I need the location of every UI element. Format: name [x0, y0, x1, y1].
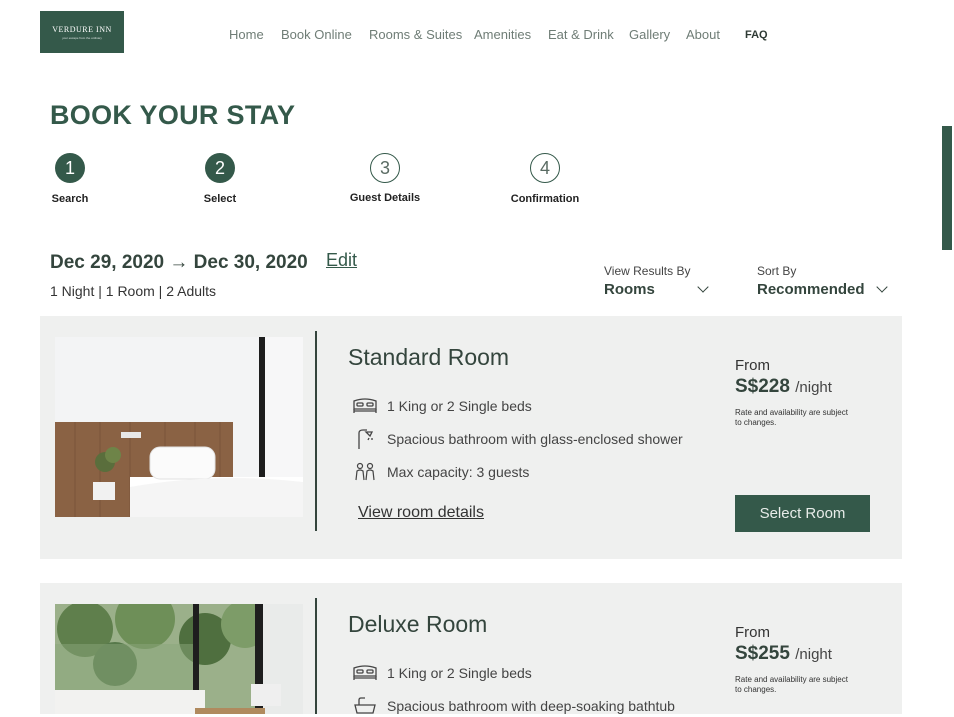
view-results-label: View Results By: [604, 264, 691, 278]
feature-text: Spacious bathroom with glass-enclosed sh…: [387, 431, 683, 447]
chevron-down-icon: [876, 281, 888, 293]
price-unit: /night: [795, 379, 832, 396]
step-number: 4: [530, 153, 560, 183]
room-name: Standard Room: [348, 344, 510, 370]
step-label: Guest Details: [349, 192, 421, 204]
nav-rooms-suites[interactable]: Rooms & Suites: [369, 27, 462, 42]
feature-beds: 1 King or 2 Single beds: [352, 395, 532, 417]
feature-text: Spacious bathroom with deep-soaking bath…: [387, 698, 675, 714]
nav-book-online[interactable]: Book Online: [281, 27, 352, 42]
feature-text: 1 King or 2 Single beds: [387, 665, 532, 681]
step-search: 1 Search: [40, 153, 100, 205]
brand-logo[interactable]: VERDURE INN your escape from the ordinar…: [40, 11, 124, 53]
step-guest-details: 3 Guest Details: [340, 153, 430, 204]
sort-by-selected: Recommended: [757, 281, 865, 298]
nav-eat-drink[interactable]: Eat & Drink: [548, 27, 614, 42]
nav-gallery[interactable]: Gallery: [629, 27, 670, 42]
step-confirmation: 4 Confirmation: [500, 153, 590, 205]
feature-text: 1 King or 2 Single beds: [387, 398, 532, 414]
shower-icon: [352, 428, 378, 450]
brand-name: VERDURE INN: [52, 24, 112, 34]
sort-by-dropdown[interactable]: Sort By Recommended: [757, 264, 897, 298]
room-card-deluxe: Deluxe Room 1 King or 2 Single beds Spac…: [40, 583, 902, 714]
nav-home[interactable]: Home: [229, 27, 264, 42]
scroll-indicator[interactable]: [942, 126, 952, 250]
step-select: 2 Select: [190, 153, 250, 205]
price-unit: /night: [795, 646, 832, 663]
step-label: Confirmation: [510, 193, 580, 205]
bed-icon: [352, 662, 378, 684]
step-number: 2: [205, 153, 235, 183]
rate-note: Rate and availability are subject to cha…: [735, 408, 848, 427]
price-amount: S$255: [735, 643, 790, 664]
sort-by-label: Sort By: [757, 264, 797, 278]
view-room-details-link[interactable]: View room details: [358, 504, 484, 522]
stay-dates: Dec 29, 2020 → Dec 30, 2020: [50, 252, 308, 273]
deluxe-room-image[interactable]: [55, 604, 303, 714]
feature-bathroom: Spacious bathroom with glass-enclosed sh…: [352, 428, 683, 450]
nav-faq[interactable]: FAQ: [745, 29, 768, 41]
standard-room-image[interactable]: [55, 337, 303, 517]
room-price: S$228 /night: [735, 376, 832, 398]
view-results-dropdown[interactable]: View Results By Rooms: [604, 264, 714, 298]
chevron-down-icon: [697, 281, 709, 293]
feature-capacity: Max capacity: 3 guests: [352, 461, 529, 483]
stay-summary: 1 Night | 1 Room | 2 Adults: [50, 283, 217, 299]
step-number: 1: [55, 153, 85, 183]
sort-by-value: Recommended: [757, 281, 897, 298]
nav-amenities[interactable]: Amenities: [474, 27, 531, 42]
card-divider: [315, 598, 317, 714]
price-from-label: From: [735, 357, 770, 374]
view-results-selected: Rooms: [604, 281, 655, 298]
feature-beds: 1 King or 2 Single beds: [352, 662, 532, 684]
price-amount: S$228: [735, 376, 790, 397]
page-title: BOOK YOUR STAY: [50, 100, 296, 130]
bed-icon: [352, 395, 378, 417]
guests-icon: [352, 461, 378, 483]
step-label: Search: [51, 193, 89, 205]
room-price: S$255 /night: [735, 643, 832, 665]
nav-about[interactable]: About: [686, 27, 720, 42]
room-name: Deluxe Room: [348, 611, 488, 637]
step-label: Select: [203, 193, 237, 205]
brand-tagline: your escape from the ordinary: [62, 35, 102, 40]
step-number: 3: [370, 153, 400, 183]
rate-note: Rate and availability are subject to cha…: [735, 675, 848, 694]
select-room-button[interactable]: Select Room: [735, 495, 870, 532]
view-results-value: Rooms: [604, 281, 714, 298]
edit-dates-link[interactable]: Edit: [326, 250, 357, 271]
card-divider: [315, 331, 317, 531]
room-card-standard: Standard Room 1 King or 2 Single beds Sp…: [40, 316, 902, 559]
feature-text: Max capacity: 3 guests: [387, 464, 530, 480]
price-from-label: From: [735, 624, 770, 641]
